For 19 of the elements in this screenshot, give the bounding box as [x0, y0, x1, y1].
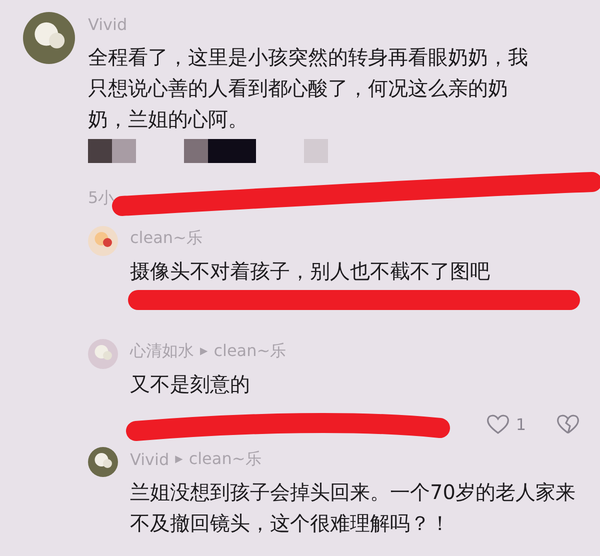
avatar[interactable]: [88, 226, 118, 256]
author-name[interactable]: Vivid: [88, 14, 128, 34]
author-name[interactable]: 心清如水: [130, 340, 194, 362]
author-name[interactable]: Vivid: [130, 450, 170, 468]
avatar[interactable]: [23, 12, 75, 64]
comment-text: 又不是刻意的: [130, 371, 251, 398]
like-count: 1: [516, 414, 526, 434]
comment-text: 摄像头不对着孩子，别人也不截不了图吧: [130, 258, 491, 285]
avatar[interactable]: [88, 447, 118, 477]
broken-heart-icon[interactable]: [556, 413, 580, 435]
author-name[interactable]: clean~乐: [130, 228, 202, 248]
heart-icon[interactable]: [486, 413, 510, 435]
comment-time: 5小: [88, 188, 114, 208]
reply-to-name[interactable]: clean~乐: [214, 340, 286, 362]
comment-text: 全程看了，这里是小孩突然的转身再看眼奶奶，我只想说心善的人看到都心酸了，何况这么亲的奶奶，兰姐的心阿。: [88, 44, 529, 133]
reply-arrow-icon: ▶: [175, 454, 183, 464]
comment-text: 兰姐没想到孩子会掉头回来。一个70岁的老人家来不及撤回镜头，这个很难理解吗？！: [130, 479, 576, 537]
reply-to-name[interactable]: clean~乐: [188, 448, 262, 470]
reply-arrow-icon: ▶: [200, 346, 208, 356]
